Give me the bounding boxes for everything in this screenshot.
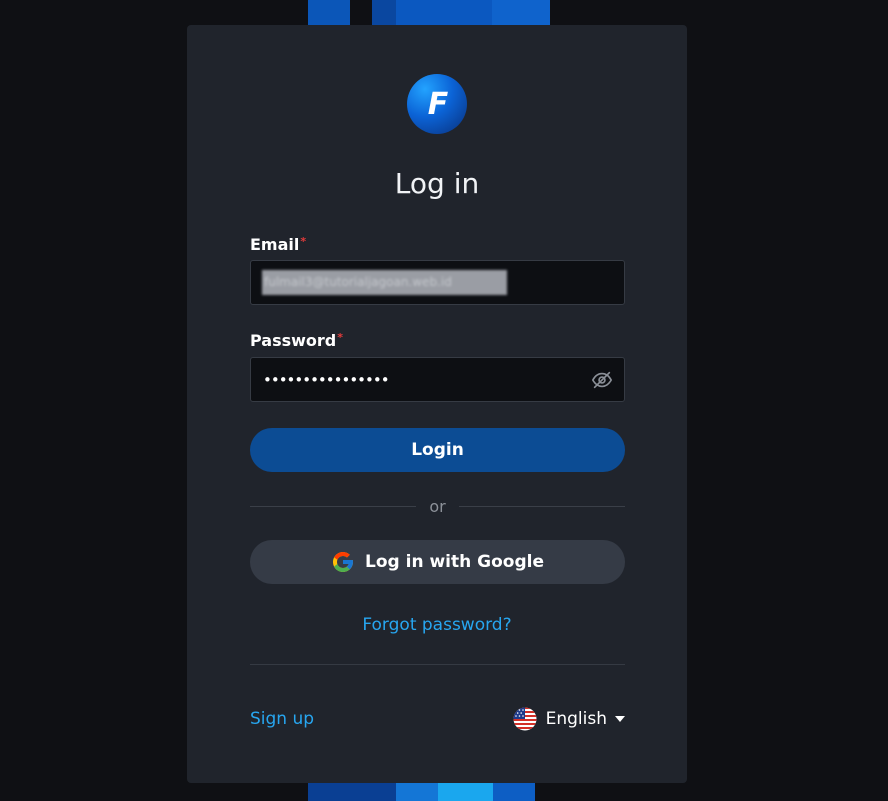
forgot-password-link[interactable]: Forgot password? [187, 615, 687, 635]
or-divider: or [250, 497, 625, 517]
password-value: •••••••••••••••• [263, 371, 390, 389]
divider-line [459, 506, 625, 507]
background-stripe [493, 782, 535, 801]
sign-up-link[interactable]: Sign up [250, 709, 314, 729]
app-logo: F [407, 74, 467, 134]
email-label: Email* [250, 235, 306, 254]
caret-down-icon [615, 716, 625, 722]
background-stripe [308, 782, 396, 801]
us-flag-icon [513, 707, 537, 731]
required-mark: * [337, 331, 344, 344]
login-card: F Log in Email* fulmail3@tutorialjagoan.… [187, 25, 687, 783]
password-label: Password* [250, 331, 343, 350]
background-stripe [492, 0, 550, 26]
required-mark: * [300, 235, 307, 248]
page-title: Log in [394, 167, 480, 200]
password-field[interactable]: •••••••••••••••• [250, 357, 625, 402]
background-stripe [372, 0, 396, 26]
google-login-button[interactable]: Log in with Google [250, 540, 625, 584]
background-stripe [438, 782, 493, 801]
eye-off-icon[interactable] [591, 369, 613, 391]
language-selector[interactable]: English [513, 707, 625, 731]
background-stripe [308, 0, 350, 26]
google-login-label: Log in with Google [365, 552, 544, 572]
login-button[interactable]: Login [250, 428, 625, 472]
email-label-text: Email [250, 235, 300, 254]
google-icon [333, 552, 354, 572]
email-value: fulmail3@tutorialjagoan.web.id [262, 270, 507, 295]
logo-letter: F [427, 86, 449, 122]
footer-divider [250, 664, 625, 665]
background-stripe [396, 782, 438, 801]
background-stripe [396, 0, 492, 26]
email-field[interactable]: fulmail3@tutorialjagoan.web.id [250, 260, 625, 305]
password-label-text: Password [250, 331, 337, 350]
language-label: English [545, 709, 607, 729]
